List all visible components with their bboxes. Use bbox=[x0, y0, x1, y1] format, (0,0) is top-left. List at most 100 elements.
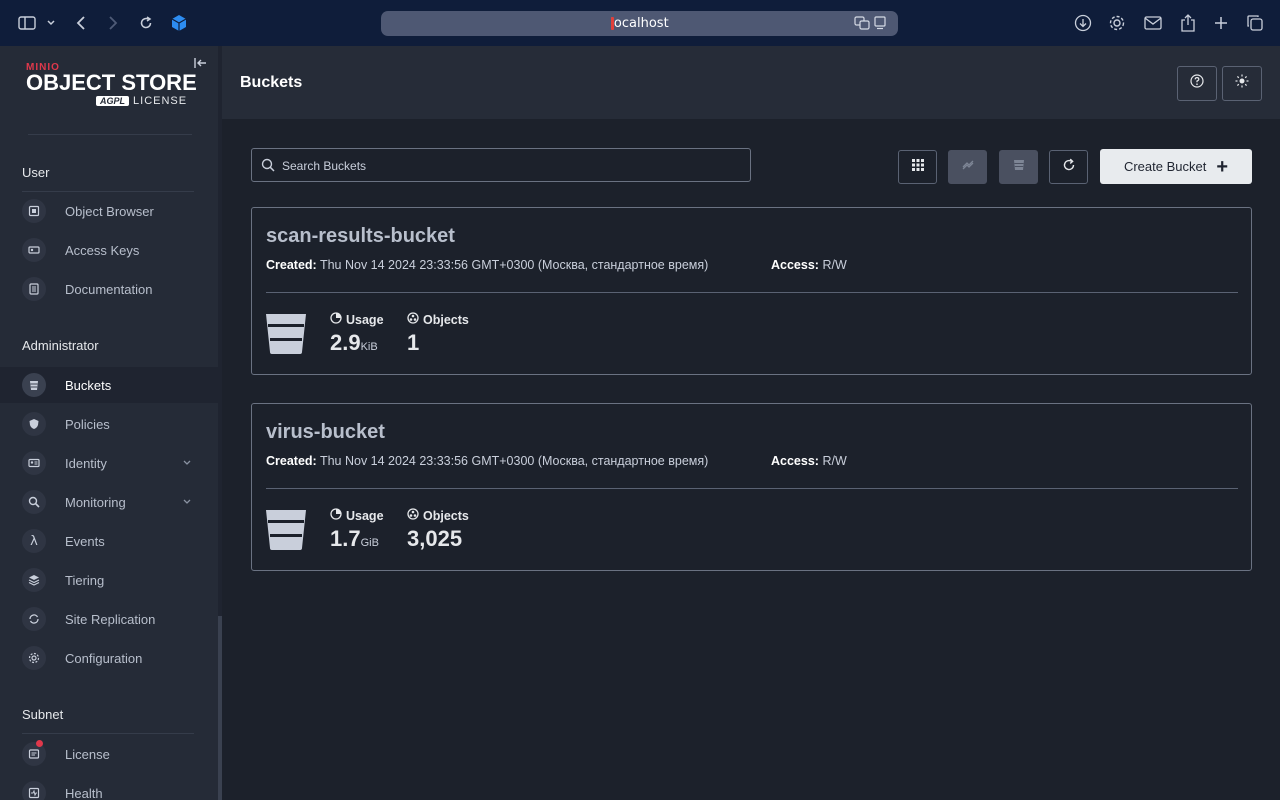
sidebar-item-label: Identity bbox=[65, 455, 107, 471]
notification-dot bbox=[36, 740, 43, 747]
sidebar-item-health[interactable]: Health bbox=[0, 775, 218, 800]
sidebar-item-access-keys[interactable]: Access Keys bbox=[0, 232, 218, 268]
create-bucket-button[interactable]: Create Bucket + bbox=[1100, 149, 1252, 184]
forward-icon[interactable] bbox=[102, 12, 124, 34]
sidebar-scrollbar[interactable] bbox=[218, 46, 222, 800]
usage-label: Usage bbox=[346, 508, 384, 523]
sidebar-toggle-icon[interactable] bbox=[16, 12, 38, 34]
monitoring-icon bbox=[22, 490, 46, 514]
divider bbox=[22, 733, 194, 734]
bucket-created: Created: Thu Nov 14 2024 23:33:56 GMT+03… bbox=[266, 258, 709, 272]
objects-icon bbox=[407, 508, 419, 523]
sidebar-item-label: Monitoring bbox=[65, 494, 126, 510]
downloads-icon[interactable] bbox=[1072, 12, 1094, 34]
sidebar-item-label: Site Replication bbox=[65, 611, 156, 627]
new-tab-icon[interactable] bbox=[1210, 12, 1232, 34]
reader-icon[interactable] bbox=[874, 16, 886, 35]
sun-icon bbox=[1235, 74, 1249, 93]
sidebar-item-policies[interactable]: Policies bbox=[0, 406, 218, 442]
bucket-name[interactable]: virus-bucket bbox=[266, 421, 385, 444]
bucket-name[interactable]: scan-results-bucket bbox=[266, 225, 455, 248]
back-icon[interactable] bbox=[70, 12, 92, 34]
lambda-icon: λ bbox=[22, 529, 46, 553]
sidebar-item-license[interactable]: License bbox=[0, 736, 218, 772]
usage-value: 2.9 bbox=[330, 330, 361, 355]
usage-stat: Usage 1.7GiB bbox=[330, 508, 384, 552]
objects-value: 1 bbox=[407, 330, 420, 355]
share-icon[interactable] bbox=[1177, 12, 1199, 34]
reload-icon[interactable] bbox=[135, 12, 157, 34]
lifecycle-button[interactable] bbox=[999, 150, 1038, 184]
scrollbar-thumb[interactable] bbox=[218, 616, 222, 800]
sidebar-item-configuration[interactable]: Configuration bbox=[0, 640, 218, 676]
refresh-icon bbox=[1062, 158, 1076, 177]
chevron-down-icon[interactable] bbox=[182, 493, 192, 511]
sidebar-item-label: Configuration bbox=[65, 650, 143, 666]
page-title: Buckets bbox=[240, 74, 303, 91]
usage-unit: KiB bbox=[360, 341, 378, 353]
license-label: LICENSE bbox=[133, 95, 188, 107]
gear-icon[interactable] bbox=[1106, 12, 1128, 34]
sidebar-item-label: Policies bbox=[65, 416, 110, 432]
policies-icon bbox=[22, 412, 46, 436]
objects-label: Objects bbox=[423, 508, 469, 523]
bucket-icon bbox=[22, 373, 46, 397]
search-field[interactable] bbox=[251, 148, 751, 182]
bucket-card[interactable]: scan-results-bucket Created: Thu Nov 14 … bbox=[251, 207, 1252, 375]
section-subnet: Subnet bbox=[22, 707, 64, 722]
sidebar-item-label: Tiering bbox=[65, 572, 105, 588]
sidebar-item-monitoring[interactable]: Monitoring bbox=[0, 484, 218, 520]
sidebar-item-label: Documentation bbox=[65, 281, 153, 297]
translate-icon[interactable] bbox=[854, 16, 870, 35]
help-icon bbox=[1190, 74, 1204, 93]
objects-value: 3,025 bbox=[407, 526, 463, 551]
mail-icon[interactable] bbox=[1142, 12, 1164, 34]
sidebar: MINIO OBJECT STORE AGPL LICENSE User Obj… bbox=[0, 46, 222, 800]
collapse-sidebar-icon[interactable] bbox=[194, 56, 208, 74]
sidebar-item-identity[interactable]: Identity bbox=[0, 445, 218, 481]
grid-icon bbox=[911, 158, 925, 177]
sidebar-item-documentation[interactable]: Documentation bbox=[0, 271, 218, 307]
address-url: localhost bbox=[610, 16, 669, 31]
sidebar-item-label: License bbox=[65, 746, 110, 762]
sidebar-item-label: Object Browser bbox=[65, 203, 154, 219]
sidebar-item-object-browser[interactable]: Object Browser bbox=[0, 193, 218, 229]
tiering-icon bbox=[22, 568, 46, 592]
chevron-down-icon[interactable] bbox=[182, 454, 192, 472]
identity-icon bbox=[22, 451, 46, 475]
usage-stat: Usage 2.9KiB bbox=[330, 312, 384, 356]
refresh-button[interactable] bbox=[1049, 150, 1088, 184]
sidebar-item-label: Access Keys bbox=[65, 242, 140, 258]
site-favicon-icon bbox=[611, 17, 614, 30]
objects-stat: Objects 1 bbox=[407, 312, 469, 356]
tab-overview-icon[interactable] bbox=[1244, 12, 1266, 34]
replication-button[interactable] bbox=[948, 150, 987, 184]
usage-label: Usage bbox=[346, 312, 384, 327]
help-button[interactable] bbox=[1177, 66, 1217, 101]
sidebar-item-tiering[interactable]: Tiering bbox=[0, 562, 218, 598]
search-icon bbox=[261, 158, 275, 177]
address-bar[interactable]: localhost bbox=[381, 11, 898, 36]
theme-toggle-button[interactable] bbox=[1222, 66, 1262, 101]
pie-chart-icon bbox=[330, 508, 342, 523]
sidebar-item-site-replication[interactable]: Site Replication bbox=[0, 601, 218, 637]
select-multiple-button[interactable] bbox=[898, 150, 937, 184]
health-icon bbox=[22, 781, 46, 800]
divider bbox=[266, 488, 1238, 489]
sidebar-item-buckets[interactable]: Buckets bbox=[0, 367, 218, 403]
minio-logo[interactable]: MINIO OBJECT STORE AGPL LICENSE bbox=[26, 62, 197, 107]
pie-chart-icon bbox=[330, 312, 342, 327]
search-input[interactable] bbox=[282, 155, 742, 177]
bucket-icon bbox=[266, 508, 306, 555]
chevron-down-icon[interactable] bbox=[40, 12, 62, 34]
browser-toolbar: localhost bbox=[0, 0, 1280, 46]
objects-icon bbox=[407, 312, 419, 327]
page-header: Buckets bbox=[222, 46, 1280, 119]
objects-stat: Objects 3,025 bbox=[407, 508, 469, 552]
replication-icon bbox=[961, 158, 975, 177]
divider bbox=[266, 292, 1238, 293]
bucket-card[interactable]: virus-bucket Created: Thu Nov 14 2024 23… bbox=[251, 403, 1252, 571]
access-keys-icon bbox=[22, 238, 46, 262]
sidebar-item-events[interactable]: λ Events bbox=[0, 523, 218, 559]
extension-cube-icon[interactable] bbox=[168, 12, 190, 34]
